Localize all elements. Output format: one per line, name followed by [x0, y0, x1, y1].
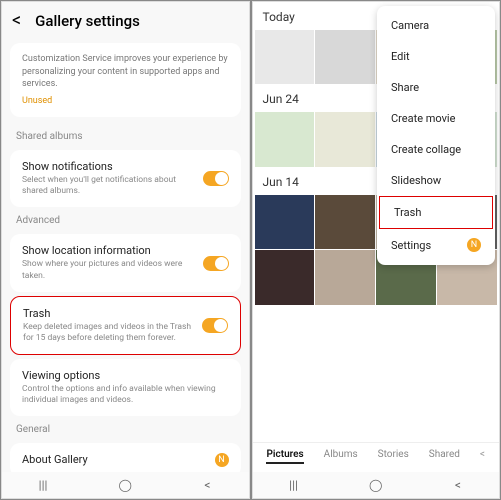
header: < Gallery settings	[2, 2, 249, 39]
row-title: Show location information	[22, 244, 203, 257]
toggle[interactable]	[203, 256, 229, 271]
section-shared: Shared albums	[2, 127, 249, 146]
toggle[interactable]	[202, 318, 228, 333]
page-title: Gallery settings	[35, 12, 140, 30]
row-title: Trash	[23, 307, 202, 320]
tab-shared[interactable]: Shared	[429, 449, 460, 464]
nav-bar: ||| ◯ <	[253, 472, 500, 498]
menu-edit[interactable]: Edit	[377, 41, 495, 72]
thumbnail[interactable]	[255, 250, 315, 304]
tab-stories[interactable]: Stories	[378, 449, 409, 464]
settings-pane: < Gallery settings Customization Service…	[1, 1, 250, 499]
row-title: Viewing options	[22, 369, 229, 382]
menu-slideshow[interactable]: Slideshow	[377, 165, 495, 196]
thumbnail[interactable]	[255, 30, 315, 84]
thumbnail[interactable]	[315, 112, 375, 166]
customization-card[interactable]: Customization Service improves your expe…	[10, 43, 241, 117]
row-title: About Gallery	[22, 453, 215, 466]
menu-create-collage[interactable]: Create collage	[377, 134, 495, 165]
recents-icon[interactable]: |||	[286, 478, 302, 492]
section-advanced: Advanced	[2, 211, 249, 230]
menu-share[interactable]: Share	[377, 72, 495, 103]
nav-bar: ||| ◯ <	[2, 472, 249, 498]
home-icon[interactable]: ◯	[117, 478, 133, 492]
notifications-row[interactable]: Show notifications Select when you'll ge…	[10, 150, 241, 207]
chevron-left-icon[interactable]: <	[480, 449, 485, 464]
new-badge: N	[215, 453, 229, 467]
location-row[interactable]: Show location information Show where you…	[10, 234, 241, 291]
home-icon[interactable]: ◯	[368, 478, 384, 492]
menu-create-movie[interactable]: Create movie	[377, 103, 495, 134]
thumbnail[interactable]	[315, 195, 375, 249]
new-badge: N	[467, 238, 481, 252]
gallery-pane: Camera Edit Share Create movie Create co…	[252, 1, 501, 499]
cs-text: Customization Service improves your expe…	[22, 53, 229, 91]
back-icon[interactable]: <	[12, 10, 21, 31]
back-nav-icon[interactable]: <	[450, 478, 466, 492]
toggle[interactable]	[203, 171, 229, 186]
row-desc: Show where your pictures and videos were…	[22, 259, 203, 281]
viewing-row[interactable]: Viewing options Control the options and …	[10, 359, 241, 416]
cs-unused: Unused	[22, 95, 229, 108]
menu-settings[interactable]: SettingsN	[377, 229, 495, 261]
menu-camera[interactable]: Camera	[377, 10, 495, 41]
row-desc: Keep deleted images and videos in the Tr…	[23, 322, 202, 344]
trash-row[interactable]: Trash Keep deleted images and videos in …	[10, 296, 241, 355]
recents-icon[interactable]: |||	[35, 478, 51, 492]
tab-pictures[interactable]: Pictures	[266, 449, 303, 464]
thumbnail[interactable]	[315, 30, 375, 84]
back-nav-icon[interactable]: <	[199, 478, 215, 492]
row-desc: Control the options and info available w…	[22, 384, 229, 406]
tab-albums[interactable]: Albums	[324, 449, 358, 464]
thumbnail[interactable]	[315, 250, 375, 304]
bottom-tabs: Pictures Albums Stories Shared <	[253, 442, 500, 470]
menu-trash[interactable]: Trash	[379, 196, 493, 229]
thumbnail[interactable]	[255, 112, 315, 166]
thumbnail[interactable]	[255, 195, 315, 249]
row-desc: Select when you'll get notifications abo…	[22, 175, 203, 197]
row-title: Show notifications	[22, 160, 203, 173]
section-general: General	[2, 420, 249, 439]
overflow-menu: Camera Edit Share Create movie Create co…	[377, 6, 495, 265]
